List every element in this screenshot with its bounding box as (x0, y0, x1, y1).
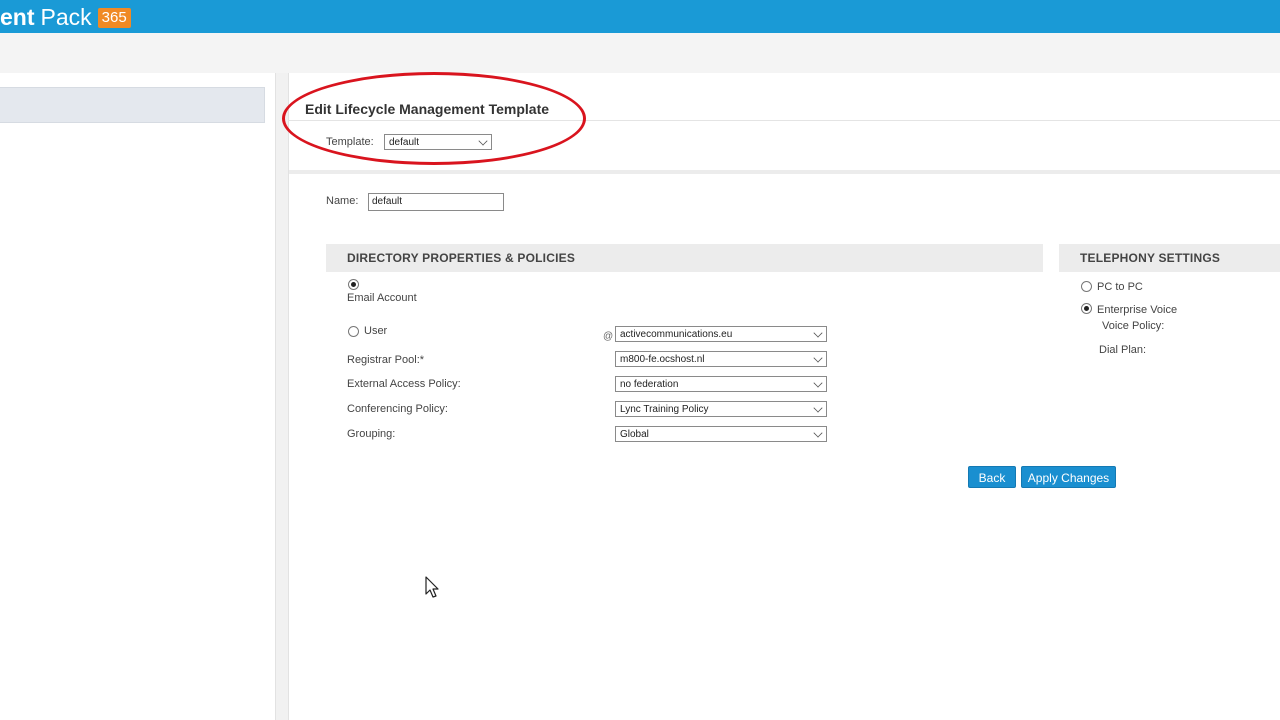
main-panel: Edit Lifecycle Management Template Templ… (288, 73, 1280, 720)
name-input[interactable]: default (368, 193, 504, 211)
email-account-radio[interactable] (348, 279, 359, 290)
page-title: Edit Lifecycle Management Template (305, 101, 550, 117)
brand-logo[interactable]: ent Pack 365 (0, 3, 131, 31)
brand-text: Pack (40, 4, 92, 30)
sidebar-selected-item[interactable] (0, 87, 265, 123)
enterprise-voice-radio[interactable] (1081, 303, 1092, 314)
sidebar (0, 73, 276, 720)
registrar-pool-label: Registrar Pool:* (347, 354, 425, 366)
panel-gap (276, 73, 288, 720)
conferencing-select[interactable]: Lync Training Policy (615, 401, 827, 417)
enterprise-voice-label: Enterprise Voice (1097, 304, 1178, 316)
template-label: Template: (326, 136, 374, 148)
sub-bar (0, 33, 1280, 73)
grouping-select[interactable]: Global (615, 426, 827, 442)
divider (289, 170, 1280, 174)
grouping-value: Global (620, 429, 649, 440)
user-label: User (364, 325, 388, 337)
registrar-pool-value: m800-fe.ocshost.nl (620, 354, 705, 365)
name-label: Name: (326, 195, 359, 207)
back-button[interactable]: Back (968, 466, 1016, 488)
chevron-down-icon (813, 428, 823, 438)
brand-text-bold: ent (0, 4, 35, 30)
mouse-cursor-icon (425, 576, 439, 598)
divider (289, 120, 1280, 121)
external-access-value: no federation (620, 379, 679, 390)
registrar-pool-select[interactable]: m800-fe.ocshost.nl (615, 351, 827, 367)
dial-plan-label: Dial Plan: (1099, 344, 1147, 356)
directory-section-header: DIRECTORY PROPERTIES & POLICIES (326, 244, 1043, 272)
pc-to-pc-radio[interactable] (1081, 281, 1092, 292)
at-sign-icon: @ (603, 331, 614, 342)
telephony-section-header: TELEPHONY SETTINGS (1059, 244, 1280, 272)
template-select-value: default (389, 137, 420, 148)
domain-select[interactable]: activecommunications.eu (615, 326, 827, 342)
external-access-select[interactable]: no federation (615, 376, 827, 392)
external-access-label: External Access Policy: (347, 378, 461, 390)
conferencing-label: Conferencing Policy: (347, 403, 448, 415)
grouping-label: Grouping: (347, 428, 396, 440)
chevron-down-icon (813, 403, 823, 413)
user-radio[interactable] (348, 326, 359, 337)
top-bar: ent Pack 365 (0, 0, 1280, 33)
pc-to-pc-label: PC to PC (1097, 281, 1143, 293)
chevron-down-icon (813, 328, 823, 338)
apply-changes-button[interactable]: Apply Changes (1021, 466, 1116, 488)
template-select[interactable]: default (384, 134, 492, 150)
chevron-down-icon (813, 353, 823, 363)
voice-policy-label: Voice Policy: (1102, 320, 1165, 332)
chevron-down-icon (813, 378, 823, 388)
email-account-label: Email Account (347, 292, 417, 304)
conferencing-value: Lync Training Policy (620, 404, 709, 415)
domain-select-value: activecommunications.eu (620, 329, 733, 340)
chevron-down-icon (478, 136, 488, 146)
brand-badge: 365 (97, 8, 131, 28)
